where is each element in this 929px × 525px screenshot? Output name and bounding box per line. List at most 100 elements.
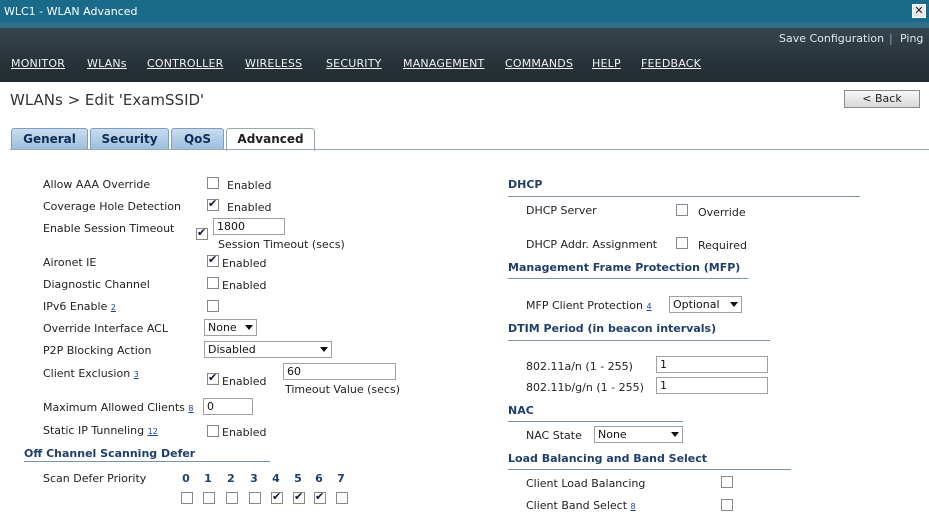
session-timeout-checkbox[interactable] [196, 226, 208, 240]
priority-0-label: 0 [182, 472, 190, 485]
dhcp-section-title: DHCP [508, 178, 543, 191]
session-timeout-label: Enable Session Timeout [43, 222, 175, 235]
nav-controller[interactable]: CONTROLLER [147, 57, 223, 70]
priority-6-label: 6 [315, 472, 323, 485]
coverage-hole-text: Enabled [227, 201, 272, 214]
dtim-bgn-label: 802.11b/g/n (1 - 255) [526, 381, 644, 394]
mfp-divider [508, 278, 748, 279]
client-load-balancing-checkbox[interactable] [721, 476, 733, 488]
client-band-select-footnote-link[interactable]: 8 [631, 502, 636, 511]
nav-wlans[interactable]: WLANs [87, 57, 127, 70]
session-timeout-input[interactable]: 1800 [213, 218, 285, 235]
priority-0-checkbox[interactable] [181, 492, 193, 504]
tab-general[interactable]: General [11, 128, 88, 150]
tab-qos[interactable]: QoS [171, 128, 224, 150]
window-title: WLC1 - WLAN Advanced [4, 5, 138, 18]
ping-link[interactable]: Ping [900, 32, 923, 45]
priority-1-label: 1 [204, 472, 212, 485]
dhcp-server-label: DHCP Server [526, 204, 597, 217]
aaa-override-checkbox[interactable] [207, 177, 219, 189]
nav-help[interactable]: HELP [592, 57, 621, 70]
priority-6-checkbox[interactable] [314, 490, 326, 504]
dhcp-assignment-checkbox[interactable] [676, 237, 688, 249]
dtim-section-title: DTIM Period (in beacon intervals) [508, 322, 717, 335]
coverage-hole-checkbox[interactable] [207, 197, 219, 211]
max-clients-footnote-link[interactable]: 8 [188, 404, 193, 413]
aaa-override-text: Enabled [227, 179, 272, 192]
client-exclusion-text: Enabled [222, 375, 267, 388]
dhcp-server-checkbox[interactable] [676, 204, 688, 216]
client-band-select-checkbox[interactable] [721, 499, 733, 511]
ipv6-label: IPv6 Enable 2 [43, 300, 116, 313]
client-exclusion-checkbox[interactable] [207, 371, 219, 385]
override-acl-select[interactable]: None [204, 319, 257, 336]
nav-wireless[interactable]: WIRELESS [245, 57, 302, 70]
chevron-down-icon [730, 302, 738, 307]
aironet-ie-checkbox[interactable] [207, 253, 219, 267]
nav-security[interactable]: SECURITY [326, 57, 382, 70]
priority-7-checkbox[interactable] [336, 492, 348, 504]
window-title-bar: WLC1 - WLAN Advanced ✕ [0, 0, 929, 22]
scan-defer-label: Scan Defer Priority [43, 472, 147, 485]
nav-commands[interactable]: COMMANDS [505, 57, 573, 70]
nac-state-label: NAC State [526, 429, 582, 442]
static-ip-footnote-link[interactable]: 12 [148, 427, 158, 436]
p2p-select[interactable]: Disabled [204, 341, 332, 358]
static-ip-label: Static IP Tunneling 12 [43, 424, 158, 437]
chevron-down-icon [671, 432, 679, 437]
dtim-an-label: 802.11a/n (1 - 255) [526, 360, 633, 373]
priority-2-label: 2 [227, 472, 235, 485]
priority-2-checkbox[interactable] [226, 492, 238, 504]
off-channel-section-title: Off Channel Scanning Defer [24, 447, 196, 460]
mfp-value: Optional [673, 298, 720, 311]
priority-3-checkbox[interactable] [249, 492, 261, 504]
client-exclusion-footnote-link[interactable]: 3 [134, 370, 139, 379]
chevron-down-icon [320, 347, 328, 352]
diagnostic-channel-checkbox[interactable] [207, 277, 219, 289]
max-clients-label: Maximum Allowed Clients 8 [43, 401, 194, 414]
client-exclusion-label: Client Exclusion 3 [43, 367, 139, 380]
mfp-label: MFP Client Protection 4 [526, 299, 652, 312]
client-band-select-label: Client Band Select 8 [526, 499, 636, 512]
mfp-select[interactable]: Optional [669, 296, 742, 313]
session-timeout-caption: Session Timeout (secs) [218, 238, 345, 251]
tab-divider [10, 149, 929, 150]
nav-monitor[interactable]: MONITOR [11, 57, 65, 70]
close-icon[interactable]: ✕ [912, 4, 926, 18]
client-exclusion-timeout-input[interactable]: 60 [283, 363, 396, 380]
client-load-balancing-label: Client Load Balancing [526, 477, 646, 490]
priority-4-checkbox[interactable] [271, 490, 283, 504]
aaa-override-label: Allow AAA Override [43, 178, 151, 191]
priority-5-checkbox[interactable] [293, 490, 305, 504]
nav-management[interactable]: MANAGEMENT [403, 57, 484, 70]
dhcp-server-text: Override [698, 206, 746, 219]
coverage-hole-label: Coverage Hole Detection [43, 200, 181, 213]
priority-4-label: 4 [272, 472, 280, 485]
nac-state-select[interactable]: None [594, 426, 683, 443]
diagnostic-channel-label: Diagnostic Channel [43, 278, 150, 291]
ipv6-footnote-link[interactable]: 2 [111, 303, 116, 312]
save-configuration-link[interactable]: Save Configuration [779, 32, 884, 45]
dtim-bgn-input[interactable]: 1 [656, 377, 768, 394]
header-separator: | [889, 32, 893, 45]
chevron-down-icon [245, 325, 253, 330]
dhcp-divider [508, 196, 860, 197]
client-exclusion-caption: Timeout Value (secs) [285, 383, 400, 396]
override-acl-value: None [208, 321, 237, 334]
ipv6-checkbox[interactable] [207, 300, 219, 312]
header-band [0, 22, 929, 82]
mfp-footnote-link[interactable]: 4 [646, 302, 651, 311]
nac-divider [508, 421, 683, 422]
priority-7-label: 7 [337, 472, 345, 485]
tab-advanced[interactable]: Advanced [226, 128, 315, 151]
max-clients-input[interactable]: 0 [203, 398, 253, 415]
aironet-ie-label: Aironet IE [43, 256, 97, 269]
tab-security[interactable]: Security [90, 128, 169, 150]
p2p-label: P2P Blocking Action [43, 344, 152, 357]
nav-feedback[interactable]: FEEDBACK [641, 57, 701, 70]
static-ip-checkbox[interactable] [207, 425, 219, 437]
dtim-an-input[interactable]: 1 [656, 356, 768, 373]
static-ip-text: Enabled [222, 426, 267, 439]
back-button[interactable]: < Back [844, 90, 920, 108]
priority-1-checkbox[interactable] [203, 492, 215, 504]
